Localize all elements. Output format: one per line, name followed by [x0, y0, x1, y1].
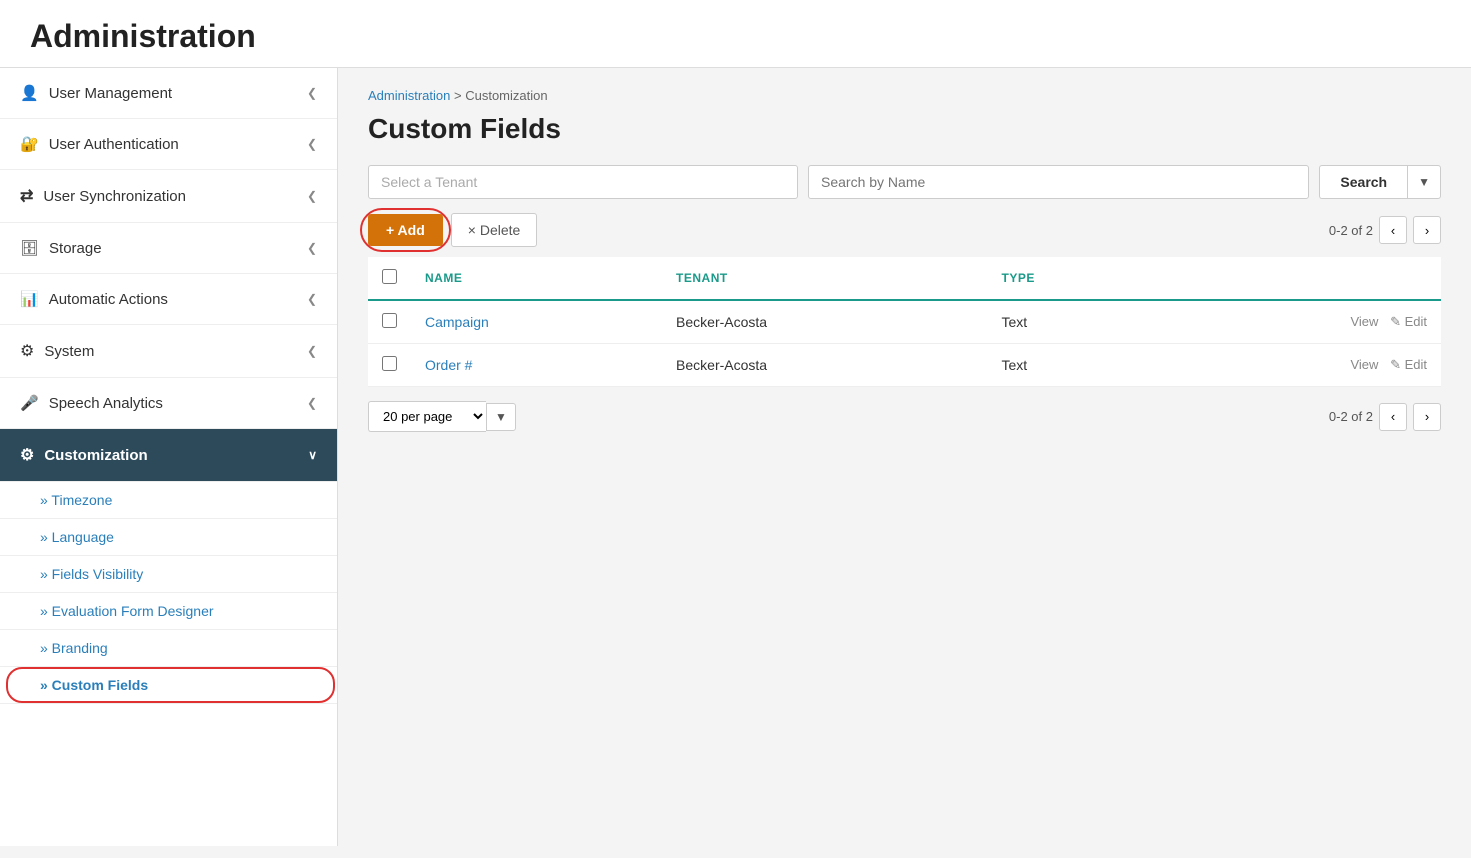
search-button[interactable]: Search [1319, 165, 1407, 199]
table-header-name: NAME [411, 257, 662, 300]
sidebar-label-user-authentication: User Authentication [49, 136, 179, 153]
sidebar-item-user-authentication[interactable]: User Authentication ❮ [0, 119, 337, 170]
sidebar-item-storage[interactable]: Storage ❮ [0, 223, 337, 274]
auto-icon [20, 290, 39, 308]
row-check[interactable] [368, 300, 411, 344]
chevron-down-icon: ∨ [308, 448, 317, 462]
table-header-row: NAME TENANT TYPE [368, 257, 1441, 300]
sidebar-label-system: System [44, 343, 94, 360]
select-all-checkbox[interactable] [382, 269, 397, 284]
sidebar-label-user-management: User Management [49, 85, 172, 102]
data-table: NAME TENANT TYPE Campaign Becker-Acosta … [368, 257, 1441, 387]
row-type: Text [988, 300, 1156, 344]
row-actions: View ✎ Edit [1155, 344, 1441, 387]
filter-row: Select a Tenant Search ▼ [368, 165, 1441, 199]
top-pagination: 0-2 of 2 ‹ › [1329, 216, 1441, 244]
search-btn-group: Search ▼ [1319, 165, 1441, 199]
add-button[interactable]: + Add [368, 214, 443, 246]
sidebar-label-storage: Storage [49, 240, 102, 257]
sidebar: User Management ❮ User Authentication ❮ … [0, 68, 338, 846]
sidebar-subitem-evaluation-form[interactable]: » Evaluation Form Designer [0, 593, 337, 630]
sidebar-subitem-language[interactable]: » Language [0, 519, 337, 556]
view-link[interactable]: View [1350, 314, 1378, 329]
main-content: Administration > Customization Custom Fi… [338, 68, 1471, 846]
custom-fields-label: » Custom Fields [40, 677, 148, 693]
auth-icon [20, 135, 39, 153]
breadcrumb: Administration > Customization [368, 88, 1441, 103]
table-header-tenant: TENANT [662, 257, 987, 300]
edit-link[interactable]: Edit [1405, 357, 1427, 372]
tenant-select[interactable]: Select a Tenant [368, 165, 798, 199]
delete-button[interactable]: × Delete [451, 213, 538, 247]
speech-icon [20, 394, 39, 412]
row-checkbox[interactable] [382, 356, 397, 371]
sidebar-subitem-custom-fields[interactable]: » Custom Fields [0, 667, 337, 704]
bottom-prev-page-button[interactable]: ‹ [1379, 403, 1407, 431]
table-row: Order # Becker-Acosta Text View ✎ Edit [368, 344, 1441, 387]
content-title: Custom Fields [368, 113, 1441, 145]
sidebar-subitem-fields-visibility[interactable]: » Fields Visibility [0, 556, 337, 593]
bottom-pagination: 0-2 of 2 ‹ › [1329, 403, 1441, 431]
sidebar-item-customization[interactable]: Customization ∨ [0, 429, 337, 482]
row-actions: View ✎ Edit [1155, 300, 1441, 344]
sidebar-item-user-synchronization[interactable]: User Synchronization ❮ [0, 170, 337, 223]
per-page-select[interactable]: 20 per page 50 per page 100 per page [368, 401, 486, 432]
sidebar-label-customization: Customization [44, 447, 147, 464]
search-input[interactable] [808, 165, 1309, 199]
chevron-icon: ❮ [307, 241, 317, 255]
table-header-actions [1155, 257, 1441, 300]
sidebar-label-automatic-actions: Automatic Actions [49, 291, 168, 308]
sidebar-item-speech-analytics[interactable]: Speech Analytics ❮ [0, 378, 337, 429]
bottom-bar: 20 per page 50 per page 100 per page ▼ 0… [368, 401, 1441, 432]
edit-icon: ✎ [1390, 357, 1401, 372]
table-header-check [368, 257, 411, 300]
row-tenant: Becker-Acosta [662, 344, 987, 387]
system-icon [20, 341, 34, 361]
row-type: Text [988, 344, 1156, 387]
layout: User Management ❮ User Authentication ❮ … [0, 68, 1471, 846]
pagination-count: 0-2 of 2 [1329, 223, 1373, 238]
per-page-group: 20 per page 50 per page 100 per page ▼ [368, 401, 516, 432]
table-row: Campaign Becker-Acosta Text View ✎ Edit [368, 300, 1441, 344]
breadcrumb-parent[interactable]: Administration [368, 88, 450, 103]
per-page-dropdown-button[interactable]: ▼ [486, 403, 516, 431]
sidebar-item-user-management[interactable]: User Management ❮ [0, 68, 337, 119]
breadcrumb-current: Customization [465, 88, 547, 103]
custom-icon [20, 445, 34, 465]
page-header: Administration [0, 0, 1471, 68]
table-header-type: TYPE [988, 257, 1156, 300]
sidebar-label-user-synchronization: User Synchronization [43, 188, 186, 205]
edit-link[interactable]: Edit [1405, 314, 1427, 329]
row-check[interactable] [368, 344, 411, 387]
user-icon [20, 84, 39, 102]
prev-page-button[interactable]: ‹ [1379, 216, 1407, 244]
chevron-icon: ❮ [307, 137, 317, 151]
sidebar-label-speech-analytics: Speech Analytics [49, 395, 163, 412]
bottom-pagination-count: 0-2 of 2 [1329, 409, 1373, 424]
chevron-icon: ❮ [307, 344, 317, 358]
chevron-icon: ❮ [307, 396, 317, 410]
action-left: + Add × Delete [368, 213, 537, 247]
row-checkbox[interactable] [382, 313, 397, 328]
action-row: + Add × Delete 0-2 of 2 ‹ › [368, 213, 1441, 247]
row-name: Campaign [411, 300, 662, 344]
chevron-icon: ❮ [307, 292, 317, 306]
edit-icon: ✎ [1390, 314, 1401, 329]
chevron-icon: ❮ [307, 189, 317, 203]
chevron-icon: ❮ [307, 86, 317, 100]
page-title: Administration [30, 18, 1441, 55]
next-page-button[interactable]: › [1413, 216, 1441, 244]
breadcrumb-separator: > [454, 88, 462, 103]
sidebar-item-automatic-actions[interactable]: Automatic Actions ❮ [0, 274, 337, 325]
bottom-next-page-button[interactable]: › [1413, 403, 1441, 431]
sidebar-subitem-branding[interactable]: » Branding [0, 630, 337, 667]
sidebar-subitem-timezone[interactable]: » Timezone [0, 482, 337, 519]
sync-icon [20, 186, 33, 206]
sidebar-item-system[interactable]: System ❮ [0, 325, 337, 378]
view-link[interactable]: View [1350, 357, 1378, 372]
search-dropdown-button[interactable]: ▼ [1407, 165, 1441, 199]
row-tenant: Becker-Acosta [662, 300, 987, 344]
storage-icon [20, 239, 39, 257]
row-name: Order # [411, 344, 662, 387]
